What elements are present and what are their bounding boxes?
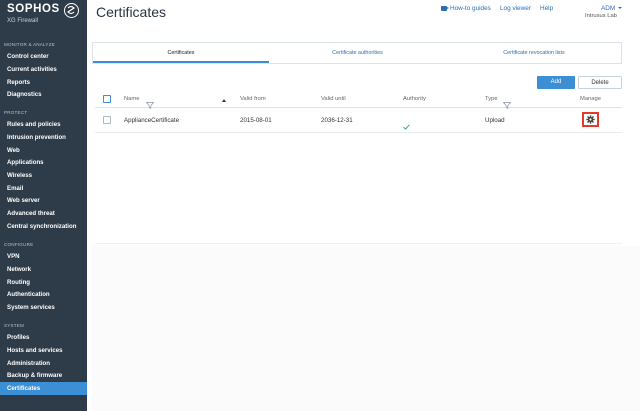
sidebar-item-wireless[interactable]: Wireless	[0, 169, 87, 182]
tab-certificate-revocation-lists[interactable]: Certificate revocation lists	[446, 43, 622, 63]
sidebar-item-central-synchronization[interactable]: Central synchronization	[0, 220, 87, 233]
check-icon	[403, 117, 410, 135]
video-icon[interactable]	[441, 6, 449, 11]
cell-name: ApplianceCertificate	[124, 117, 180, 124]
sophos-logo-icon	[64, 3, 79, 18]
table-header: Name Valid from Valid until Authority Ty…	[95, 92, 622, 110]
column-name[interactable]: Name	[124, 96, 139, 102]
sidebar-item-network[interactable]: Network	[0, 263, 87, 276]
sidebar-item-backup-firmware[interactable]: Backup & firmware	[0, 369, 87, 382]
log-viewer-link[interactable]: Log viewer	[500, 5, 531, 12]
sidebar-item-web-server[interactable]: Web server	[0, 194, 87, 207]
column-authority: Authority	[403, 96, 426, 102]
brand-product: XG Firewall	[7, 18, 39, 24]
tab-certificates[interactable]: Certificates	[93, 43, 269, 63]
column-type: Type	[485, 96, 498, 102]
column-valid-from: Valid from	[240, 96, 266, 102]
sidebar-item-control-center[interactable]: Control center	[0, 50, 87, 63]
nav-section-configure: CONFIGURE	[4, 242, 34, 247]
cell-type: Upload	[485, 117, 505, 124]
chevron-down-icon[interactable]	[618, 7, 622, 9]
sidebar: SOPHOS XG Firewall MONITOR & ANALYZE Con…	[0, 0, 87, 411]
sidebar-item-diagnostics[interactable]: Diagnostics	[0, 88, 87, 101]
sidebar-item-hosts-and-services[interactable]: Hosts and services	[0, 344, 87, 357]
org-name: Intrusus Lab	[585, 13, 617, 19]
row-checkbox[interactable]	[103, 116, 111, 124]
user-menu[interactable]: ADM	[601, 5, 615, 12]
brand: SOPHOS XG Firewall	[0, 0, 87, 34]
cell-valid-until: 2036-12-31	[321, 117, 353, 124]
nav-section-monitor: MONITOR & ANALYZE	[4, 42, 55, 47]
page-title: Certificates	[96, 4, 167, 20]
certificates-table: Name Valid from Valid until Authority Ty…	[95, 92, 622, 244]
sidebar-item-rules-and-policies[interactable]: Rules and policies	[0, 118, 87, 131]
column-valid-until: Valid until	[321, 96, 346, 102]
gear-icon[interactable]	[586, 111, 595, 129]
sort-ascending-icon[interactable]	[222, 99, 226, 102]
app-window: SOPHOS XG Firewall MONITOR & ANALYZE Con…	[0, 0, 640, 411]
content-background	[92, 246, 640, 411]
table-row[interactable]: ApplianceCertificate 2015-08-01 2036-12-…	[95, 109, 622, 133]
sidebar-item-system-services[interactable]: System services	[0, 301, 87, 314]
column-manage: Manage	[580, 96, 601, 102]
tab-bar: Certificates Certificate authorities Cer…	[92, 42, 622, 64]
tab-certificate-authorities[interactable]: Certificate authorities	[269, 43, 446, 63]
sidebar-item-current-activities[interactable]: Current activities	[0, 63, 87, 76]
sidebar-item-authentication[interactable]: Authentication	[0, 288, 87, 301]
nav-section-system: SYSTEM	[4, 323, 25, 328]
sidebar-item-vpn[interactable]: VPN	[0, 250, 87, 263]
sidebar-item-profiles[interactable]: Profiles	[0, 331, 87, 344]
add-button[interactable]: Add	[537, 76, 575, 89]
select-all-checkbox[interactable]	[103, 95, 111, 103]
sidebar-item-intrusion-prevention[interactable]: Intrusion prevention	[0, 131, 87, 144]
delete-button[interactable]: Delete	[578, 76, 622, 89]
sidebar-item-advanced-threat[interactable]: Advanced threat	[0, 207, 87, 220]
help-link[interactable]: Help	[540, 5, 553, 12]
sidebar-item-applications[interactable]: Applications	[0, 156, 87, 169]
manage-button[interactable]	[582, 112, 599, 127]
how-to-guides-link[interactable]: How-to guides	[450, 5, 491, 12]
cell-valid-from: 2015-08-01	[240, 117, 272, 124]
nav-section-protect: PROTECT	[4, 110, 28, 115]
sidebar-item-certificates[interactable]: Certificates	[0, 382, 87, 395]
